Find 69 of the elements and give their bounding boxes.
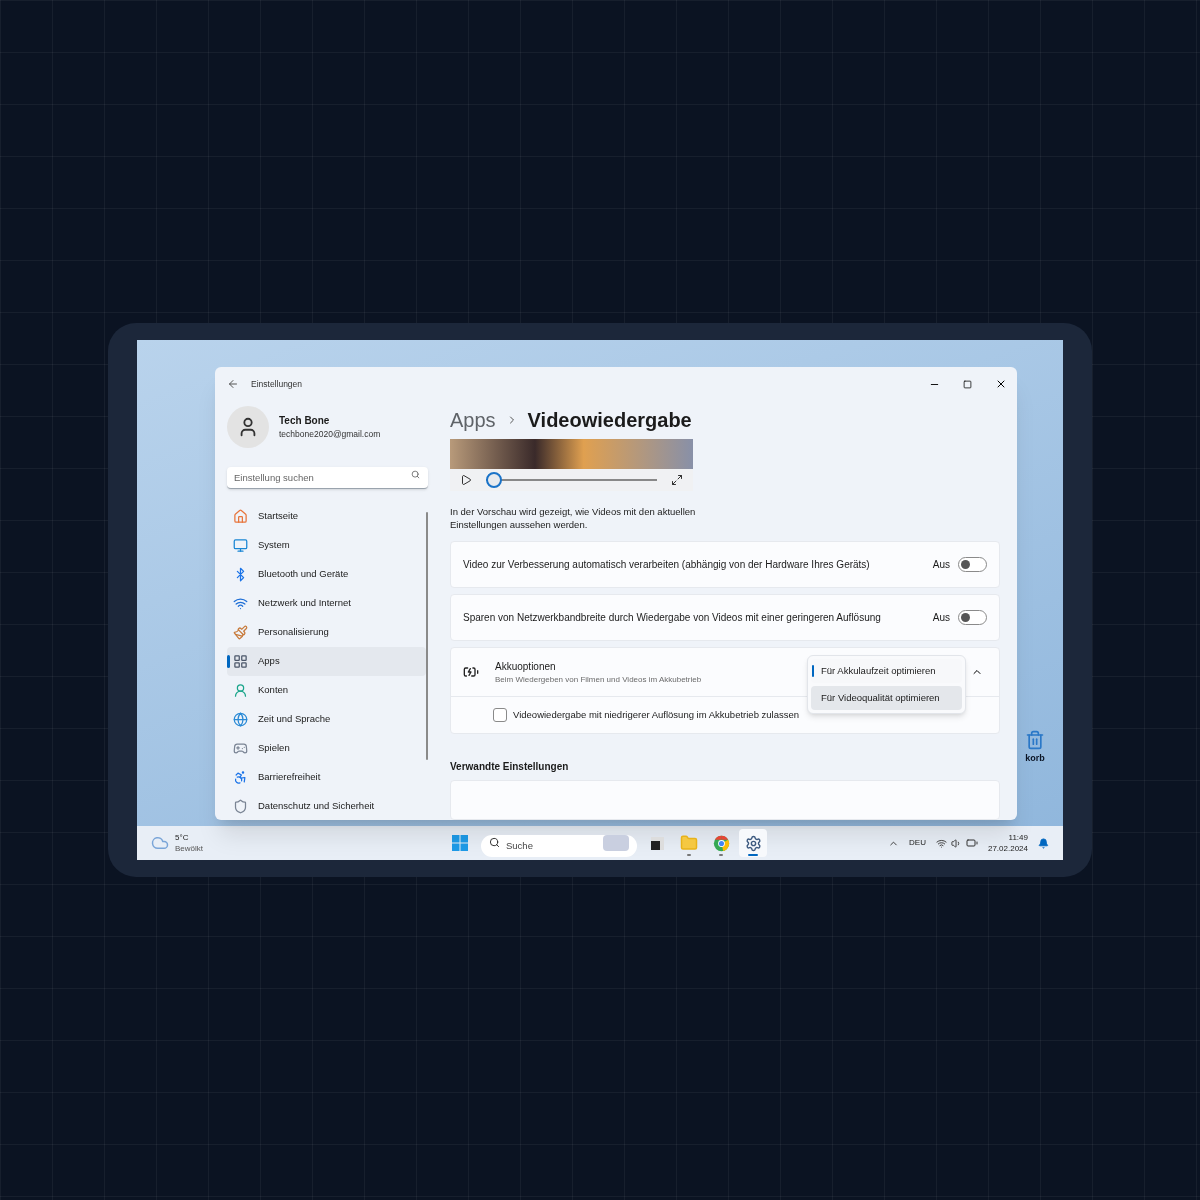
toggle-state-label: Aus (932, 611, 950, 625)
description-text: In der Vorschau wird gezeigt, wie Videos mit den aktuellen Einstellungen aussehen werden. (450, 505, 697, 531)
bell-icon[interactable] (1038, 837, 1049, 849)
browser-logo-icon (712, 834, 730, 852)
toggle-switch[interactable] (958, 610, 987, 625)
toggle-state-label: Aus (932, 558, 950, 572)
nav-item[interactable]: Apps (227, 647, 426, 676)
window-title: Einstellungen (251, 377, 303, 391)
person-icon (233, 683, 248, 698)
shield-icon (233, 799, 248, 814)
setting-subtitle: Beim Wiedergeben von Filmen und Videos im Akkubetrieb (495, 673, 703, 686)
app-window-icon (650, 836, 664, 850)
search-icon (411, 470, 420, 479)
page-title: Videowiedergabe (527, 408, 692, 433)
cloud-icon (151, 834, 169, 852)
scrollbar[interactable] (426, 512, 428, 760)
checkbox[interactable] (493, 708, 507, 722)
seek-thumb[interactable] (486, 472, 502, 489)
windows-logo-icon (452, 835, 468, 851)
seek-slider[interactable] (486, 472, 657, 489)
back-icon[interactable] (227, 378, 239, 390)
brush-icon (233, 625, 248, 640)
section-heading: Verwandte Einstellungen (450, 760, 570, 774)
clock-time[interactable]: 11:49 (1008, 832, 1028, 843)
nav-item[interactable]: Startseite (227, 502, 426, 531)
breadcrumb-parent[interactable]: Apps (450, 405, 496, 435)
gamepad-icon (233, 741, 248, 756)
globe-icon (233, 712, 248, 727)
monitor-icon (233, 538, 248, 553)
maximize-icon (963, 379, 972, 389)
setting-title: Akkuoptionen (495, 659, 557, 674)
nav-item[interactable]: Spielen (227, 734, 426, 763)
accessibility-icon (233, 770, 248, 785)
gear-icon (744, 834, 762, 852)
home-icon (233, 509, 248, 524)
nav-item[interactable]: System (227, 531, 426, 560)
nav-item[interactable]: Konten (227, 676, 426, 705)
volume-icon[interactable] (950, 837, 962, 849)
fullscreen-icon[interactable] (671, 474, 683, 487)
play-icon[interactable] (460, 474, 472, 487)
dropdown-option[interactable]: Für Videoqualität optimieren (811, 686, 962, 710)
battery-icon (463, 664, 479, 680)
folder-icon (680, 834, 698, 852)
apps-icon (233, 654, 248, 669)
search-field[interactable]: Einstellung suchen (227, 467, 428, 489)
battery-icon[interactable] (965, 837, 978, 849)
checkbox-label: Videowiedergabe mit niedrigerer Auflösung im Akkubetrieb zulassen (513, 707, 800, 722)
clock-date[interactable]: 27.02.2024 (987, 843, 1028, 854)
profile-email: techbone2020@gmail.com (279, 428, 381, 441)
weather-condition: Bewölkt (175, 843, 203, 854)
profile-name: Tech Bone (279, 414, 331, 429)
wifi-icon (233, 596, 248, 611)
nav-item[interactable]: Zeit und Sprache (227, 705, 426, 734)
weather-temperature: 5°C (175, 832, 190, 843)
nav-item[interactable]: Datenschutz und Sicherheit (227, 792, 426, 820)
taskbar-app-button[interactable] (739, 829, 767, 857)
recycle-bin-icon[interactable] (1025, 730, 1045, 750)
nav-item[interactable]: Barrierefreiheit (227, 763, 426, 792)
nav-item[interactable]: Netzwerk und Internet (227, 589, 426, 618)
wifi-icon[interactable] (935, 837, 947, 849)
search-highlight-picture (603, 835, 629, 851)
nav-item[interactable]: Bluetooth und Geräte (227, 560, 426, 589)
nav-item[interactable]: Personalisierung (227, 618, 426, 647)
toggle-switch[interactable] (958, 557, 987, 572)
language-indicator[interactable]: DEU (909, 837, 926, 849)
desktop-icon-label: korb (1025, 752, 1045, 765)
search-icon (489, 837, 500, 848)
setting-label: Sparen von Netzwerkbandbreite durch Wiedergabe von Videos mit einer geringeren Auflösung (463, 611, 882, 625)
setting-label: Video zur Verbesserung automatisch verarbeiten (abhängig von der Hardware Ihres Geräts) (463, 558, 871, 572)
